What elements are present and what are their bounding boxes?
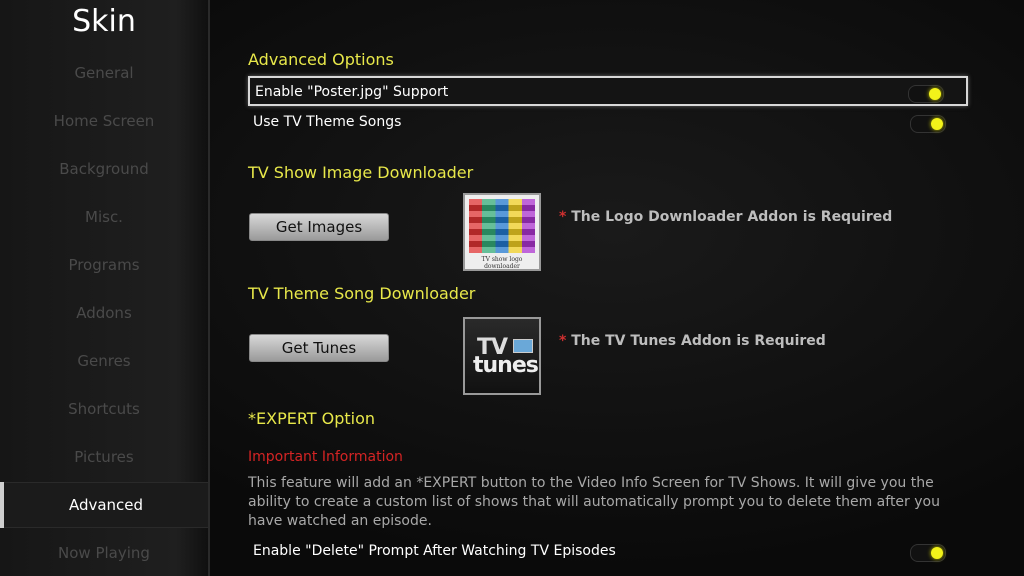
sidebar-item-now-playing[interactable]: Now Playing (0, 531, 208, 575)
theme-downloader-heading: TV Theme Song Downloader (248, 284, 476, 303)
logo-downloader-thumbnail: TV show logo downloader (463, 193, 541, 271)
toggle-on-icon (929, 88, 941, 100)
sidebar-item-home-screen[interactable]: Home Screen (0, 99, 208, 143)
sidebar-item-addons[interactable]: Addons (0, 291, 208, 335)
tvtunes-logo-tunes: tunes (473, 353, 539, 378)
tv-screen-icon (513, 339, 533, 353)
tvtunes-addon-required-note: * The TV Tunes Addon is Required (559, 333, 826, 349)
logo-mosaic-image (469, 199, 535, 253)
poster-support-toggle[interactable] (908, 85, 944, 103)
tvtunes-addon-required-text: The TV Tunes Addon is Required (571, 333, 826, 349)
poster-support-label: Enable "Poster.jpg" Support (255, 84, 449, 100)
toggle-on-icon (931, 547, 943, 559)
sidebar-item-programs[interactable]: Programs (0, 243, 208, 287)
sidebar-title: Skin (72, 4, 136, 39)
toggle-on-icon (931, 118, 943, 130)
theme-songs-option[interactable]: Use TV Theme Songs (248, 108, 968, 138)
tvtunes-thumbnail: TV tunes (463, 317, 541, 395)
sidebar-item-genres[interactable]: Genres (0, 339, 208, 383)
delete-prompt-label: Enable "Delete" Prompt After Watching TV… (253, 543, 616, 559)
sidebar-item-pictures[interactable]: Pictures (0, 435, 208, 479)
expert-option-heading: *EXPERT Option (248, 409, 376, 428)
sidebar-item-misc[interactable]: Misc. (0, 195, 208, 239)
image-downloader-heading: TV Show Image Downloader (248, 163, 474, 182)
logo-addon-required-note: * The Logo Downloader Addon is Required (559, 209, 892, 225)
poster-support-option[interactable]: Enable "Poster.jpg" Support (248, 76, 968, 106)
delete-prompt-option[interactable]: Enable "Delete" Prompt After Watching TV… (248, 537, 968, 567)
sidebar-item-background[interactable]: Background (0, 147, 208, 191)
sidebar-item-advanced[interactable]: Advanced (0, 482, 208, 528)
get-images-button[interactable]: Get Images (249, 213, 389, 241)
delete-prompt-toggle[interactable] (910, 544, 946, 562)
advanced-options-heading: Advanced Options (248, 50, 394, 69)
important-information-heading: Important Information (248, 449, 403, 465)
logo-addon-required-text: The Logo Downloader Addon is Required (571, 209, 893, 225)
sidebar-item-shortcuts[interactable]: Shortcuts (0, 387, 208, 431)
expert-description: This feature will add an *EXPERT button … (248, 475, 940, 529)
logo-downloader-caption: TV show logo downloader (481, 256, 523, 270)
sidebar: Skin General Home Screen Background Misc… (0, 0, 210, 576)
sidebar-item-general[interactable]: General (0, 51, 208, 95)
required-star: * (559, 333, 567, 349)
required-star: * (559, 209, 567, 225)
theme-songs-label: Use TV Theme Songs (253, 114, 402, 130)
theme-songs-toggle[interactable] (910, 115, 946, 133)
get-tunes-button[interactable]: Get Tunes (249, 334, 389, 362)
